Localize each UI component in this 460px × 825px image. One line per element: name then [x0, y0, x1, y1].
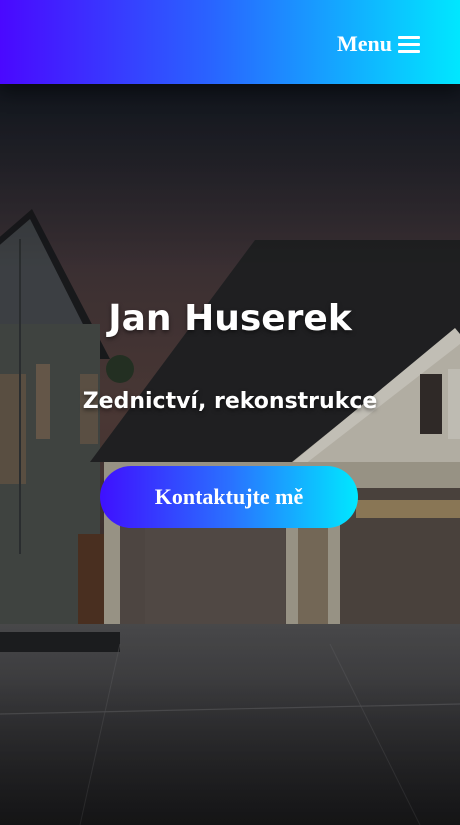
menu-toggle[interactable]: Menu: [337, 28, 420, 60]
contact-button[interactable]: Kontaktujte mě: [100, 466, 358, 528]
hero-overlay: [0, 84, 460, 825]
menu-label: Menu: [337, 31, 392, 56]
hamburger-icon: [398, 35, 420, 53]
hero-subtitle: Zednictví, rekonstrukce: [82, 389, 378, 414]
hero-title: Jan Huserek: [108, 298, 352, 339]
top-navbar: Menu: [0, 0, 460, 84]
hero-section: Jan Huserek Zednictví, rekonstrukce Kont…: [0, 84, 460, 825]
